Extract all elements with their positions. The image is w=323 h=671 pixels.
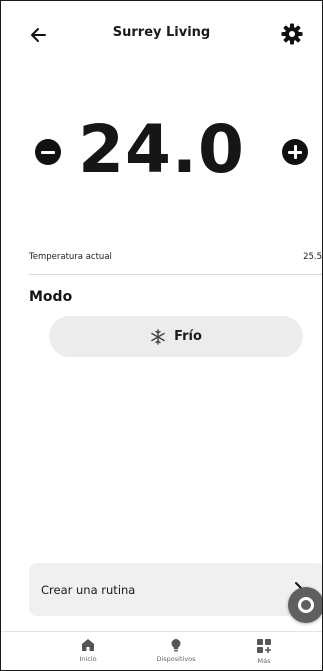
temperature-control: 24.0 — [1, 111, 322, 201]
mode-label: Frío — [174, 329, 202, 344]
create-routine-card[interactable]: Crear una rutina — [29, 563, 322, 616]
header: Surrey Living — [1, 1, 322, 65]
nav-label-mas: Más — [257, 657, 271, 665]
current-temperature-label: Temperatura actual — [29, 252, 112, 262]
gear-icon[interactable] — [278, 20, 306, 48]
divider — [29, 274, 322, 275]
mode-heading: Modo — [29, 289, 73, 305]
setpoint-value: 24.0 — [78, 111, 245, 188]
nav-label-inicio: Inicio — [79, 655, 97, 663]
page-title: Surrey Living — [112, 25, 211, 40]
current-temperature-row: Temperatura actual 25.5 — [29, 249, 322, 269]
home-icon — [82, 639, 94, 651]
increase-temperature-button[interactable] — [282, 139, 308, 165]
nav-item-dispositivos[interactable]: Dispositivos — [141, 638, 211, 663]
bottom-navigation: Inicio Dispositivos Más — [1, 632, 322, 670]
nav-label-dispositivos: Dispositivos — [156, 655, 196, 663]
create-routine-label: Crear una rutina — [41, 583, 136, 597]
nav-item-mas[interactable]: Más — [229, 638, 299, 665]
current-temperature-value: 25.5 — [303, 252, 322, 262]
app-frame: Surrey Living 24.0 Temperatura actual 25… — [0, 0, 323, 671]
nav-item-inicio[interactable]: Inicio — [53, 638, 123, 663]
assistant-button[interactable] — [288, 587, 322, 623]
grid-plus-icon — [257, 639, 271, 653]
snowflake-icon — [151, 328, 165, 345]
mode-button[interactable]: Frío — [49, 316, 303, 357]
lightbulb-icon — [171, 639, 181, 652]
